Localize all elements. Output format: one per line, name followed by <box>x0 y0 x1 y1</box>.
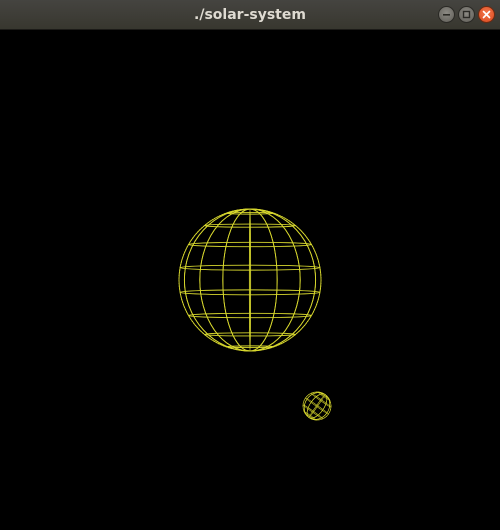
planet-wireframe-sphere <box>302 391 332 421</box>
scene-viewport <box>178 208 332 421</box>
window-title: ./solar-system <box>194 7 306 23</box>
minimize-button[interactable] <box>438 6 455 23</box>
window-controls <box>438 6 495 23</box>
title-bar[interactable]: ./solar-system <box>0 0 500 30</box>
app-window: ./solar-system <box>0 0 500 530</box>
sun-wireframe-sphere <box>178 208 322 352</box>
maximize-button[interactable] <box>458 6 475 23</box>
close-icon <box>482 10 491 19</box>
render-canvas[interactable] <box>0 30 500 530</box>
minimize-icon <box>443 14 450 16</box>
maximize-icon <box>462 10 471 19</box>
close-button[interactable] <box>478 6 495 23</box>
